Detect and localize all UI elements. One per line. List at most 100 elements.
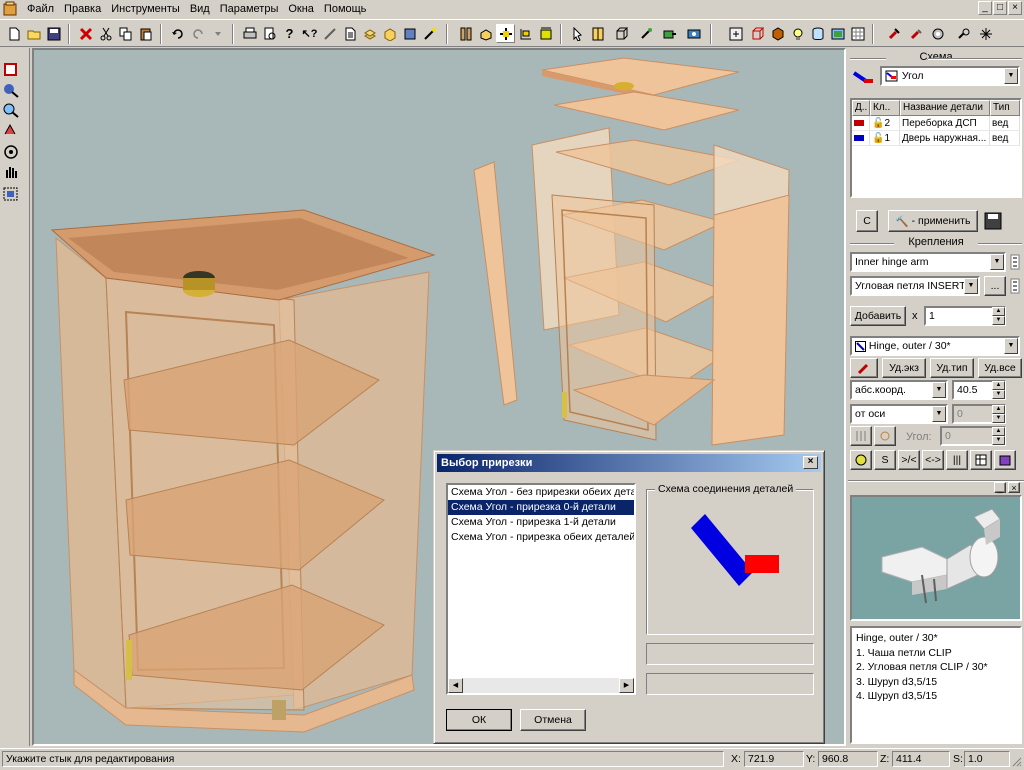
chevron-down-icon[interactable]: ▼	[932, 406, 946, 422]
dialog-title-bar[interactable]: Выбор прирезки ×	[437, 454, 821, 472]
split-button[interactable]: >/<	[898, 450, 920, 470]
coord-stepper[interactable]: ▲ ▼	[992, 381, 1005, 399]
pan-hand-icon[interactable]	[2, 164, 20, 183]
dialog-close-icon[interactable]: ×	[803, 456, 818, 469]
list-item-selected[interactable]: Схема Угол - прирезка 0-й детали	[448, 500, 634, 515]
columns-button[interactable]: |||	[946, 450, 968, 470]
table-icon[interactable]	[970, 450, 992, 470]
paste-icon[interactable]	[136, 24, 155, 43]
s-button[interactable]: S	[874, 450, 896, 470]
hinge-select[interactable]: Hinge, outer / 30* ▼	[850, 336, 1020, 356]
count-stepper[interactable]: ▲ ▼	[992, 307, 1005, 325]
material-icon[interactable]	[400, 24, 419, 43]
box-icon[interactable]	[380, 24, 399, 43]
chevron-down-icon[interactable]: ▼	[1004, 68, 1018, 84]
menu-params[interactable]: Параметры	[215, 0, 284, 18]
browse-button[interactable]: ...	[984, 276, 1006, 296]
add-button[interactable]: Добавить	[850, 306, 906, 326]
apply-button[interactable]: 🔨 - применить	[888, 210, 978, 232]
minimize-button[interactable]: _	[978, 1, 992, 15]
move-icon[interactable]	[496, 24, 515, 43]
open-folder-icon[interactable]	[24, 24, 43, 43]
close-button[interactable]: ×	[1008, 1, 1022, 15]
pick-fastener-icon[interactable]	[850, 358, 878, 378]
context-help-icon[interactable]: ↖?	[300, 24, 319, 43]
fit-view-icon[interactable]	[2, 186, 20, 205]
view-icon[interactable]	[828, 24, 847, 43]
menu-file[interactable]: Файл	[22, 0, 59, 18]
mirror-icon[interactable]	[850, 426, 872, 446]
book-icon[interactable]	[994, 450, 1016, 470]
fill-icon[interactable]	[536, 24, 555, 43]
panel-icon[interactable]	[456, 24, 475, 43]
list-item[interactable]: Схема Угол - прирезка обеих деталей	[448, 530, 634, 545]
menu-help[interactable]: Помощь	[319, 0, 372, 18]
camera-icon[interactable]	[684, 24, 703, 43]
ok-button[interactable]: ОК	[446, 709, 512, 731]
list-item[interactable]: Схема Угол - без прирезки обеих детале	[448, 485, 634, 500]
preview-close-button[interactable]: ×	[1008, 482, 1020, 493]
scroll-left-icon[interactable]: ◀	[448, 678, 463, 693]
fastener-scroll-icon[interactable]	[1010, 254, 1020, 270]
tool-icon[interactable]	[884, 24, 903, 43]
menu-windows[interactable]: Окна	[283, 0, 319, 18]
select-icon[interactable]	[568, 24, 587, 43]
stretch-button[interactable]: <->	[922, 450, 944, 470]
fastener2-scroll-icon[interactable]	[1010, 278, 1020, 294]
preview-minimize-button[interactable]: _	[994, 482, 1006, 493]
table-row[interactable]: 🔓1 Дверь наружная... вед	[852, 131, 1020, 146]
rotate-view-icon[interactable]	[2, 122, 20, 141]
grid-icon[interactable]	[848, 24, 867, 43]
col-header-name[interactable]: Название детали	[900, 100, 990, 116]
light-icon[interactable]	[788, 24, 807, 43]
new-file-icon[interactable]	[4, 24, 23, 43]
table-row[interactable]: 🔓2 Переборка ДСП вед	[852, 116, 1020, 131]
zoom-window-icon[interactable]	[2, 102, 20, 121]
sparkle-icon[interactable]	[976, 24, 995, 43]
database-icon[interactable]	[808, 24, 827, 43]
col-header-type[interactable]: Тип	[990, 100, 1020, 116]
redo-icon[interactable]	[188, 24, 207, 43]
zoom-icon[interactable]	[954, 24, 973, 43]
delete-all-button[interactable]: Уд.все	[978, 358, 1022, 378]
cut-icon[interactable]	[96, 24, 115, 43]
delete-icon[interactable]	[76, 24, 95, 43]
help-icon[interactable]: ?	[280, 24, 299, 43]
cancel-button[interactable]: Отмена	[520, 709, 586, 731]
delete-type-button[interactable]: Уд.тип	[930, 358, 974, 378]
pick-icon[interactable]	[2, 82, 20, 101]
tool2-icon[interactable]	[906, 24, 925, 43]
settings-icon[interactable]	[928, 24, 947, 43]
save-icon[interactable]	[984, 212, 1002, 233]
chevron-down-icon[interactable]: ▼	[964, 278, 978, 294]
texture-icon[interactable]	[768, 24, 787, 43]
col-header-d[interactable]: Д..	[852, 100, 870, 116]
print-preview-icon[interactable]	[260, 24, 279, 43]
menu-tools[interactable]: Инструменты	[106, 0, 185, 18]
angle-tool-icon[interactable]	[874, 426, 896, 446]
save-icon[interactable]	[44, 24, 63, 43]
c-button[interactable]: С	[856, 210, 878, 232]
chevron-down-icon[interactable]: ▼	[932, 382, 946, 398]
col-header-key[interactable]: Кл..	[870, 100, 900, 116]
door-icon[interactable]	[588, 24, 607, 43]
layers-icon[interactable]	[360, 24, 379, 43]
copy-icon[interactable]	[116, 24, 135, 43]
drill-icon[interactable]	[636, 24, 655, 43]
wireframe-icon[interactable]	[748, 24, 767, 43]
render-icon[interactable]	[726, 24, 745, 43]
part-icon[interactable]	[476, 24, 495, 43]
delete-instance-button[interactable]: Уд.экз	[882, 358, 926, 378]
export-icon[interactable]	[660, 24, 679, 43]
chevron-down-icon[interactable]: ▼	[990, 254, 1004, 270]
print-icon[interactable]	[240, 24, 259, 43]
palette-tool-icon[interactable]	[850, 450, 872, 470]
magic-wand-icon[interactable]	[420, 24, 439, 43]
menu-view[interactable]: Вид	[185, 0, 215, 18]
scroll-right-icon[interactable]: ▶	[619, 678, 634, 693]
palette-icon[interactable]	[320, 24, 339, 43]
select-part-icon[interactable]	[2, 62, 20, 81]
undo-icon[interactable]	[168, 24, 187, 43]
list-horizontal-scrollbar[interactable]: ◀ ▶	[448, 678, 634, 693]
maximize-button[interactable]: □	[993, 1, 1007, 15]
